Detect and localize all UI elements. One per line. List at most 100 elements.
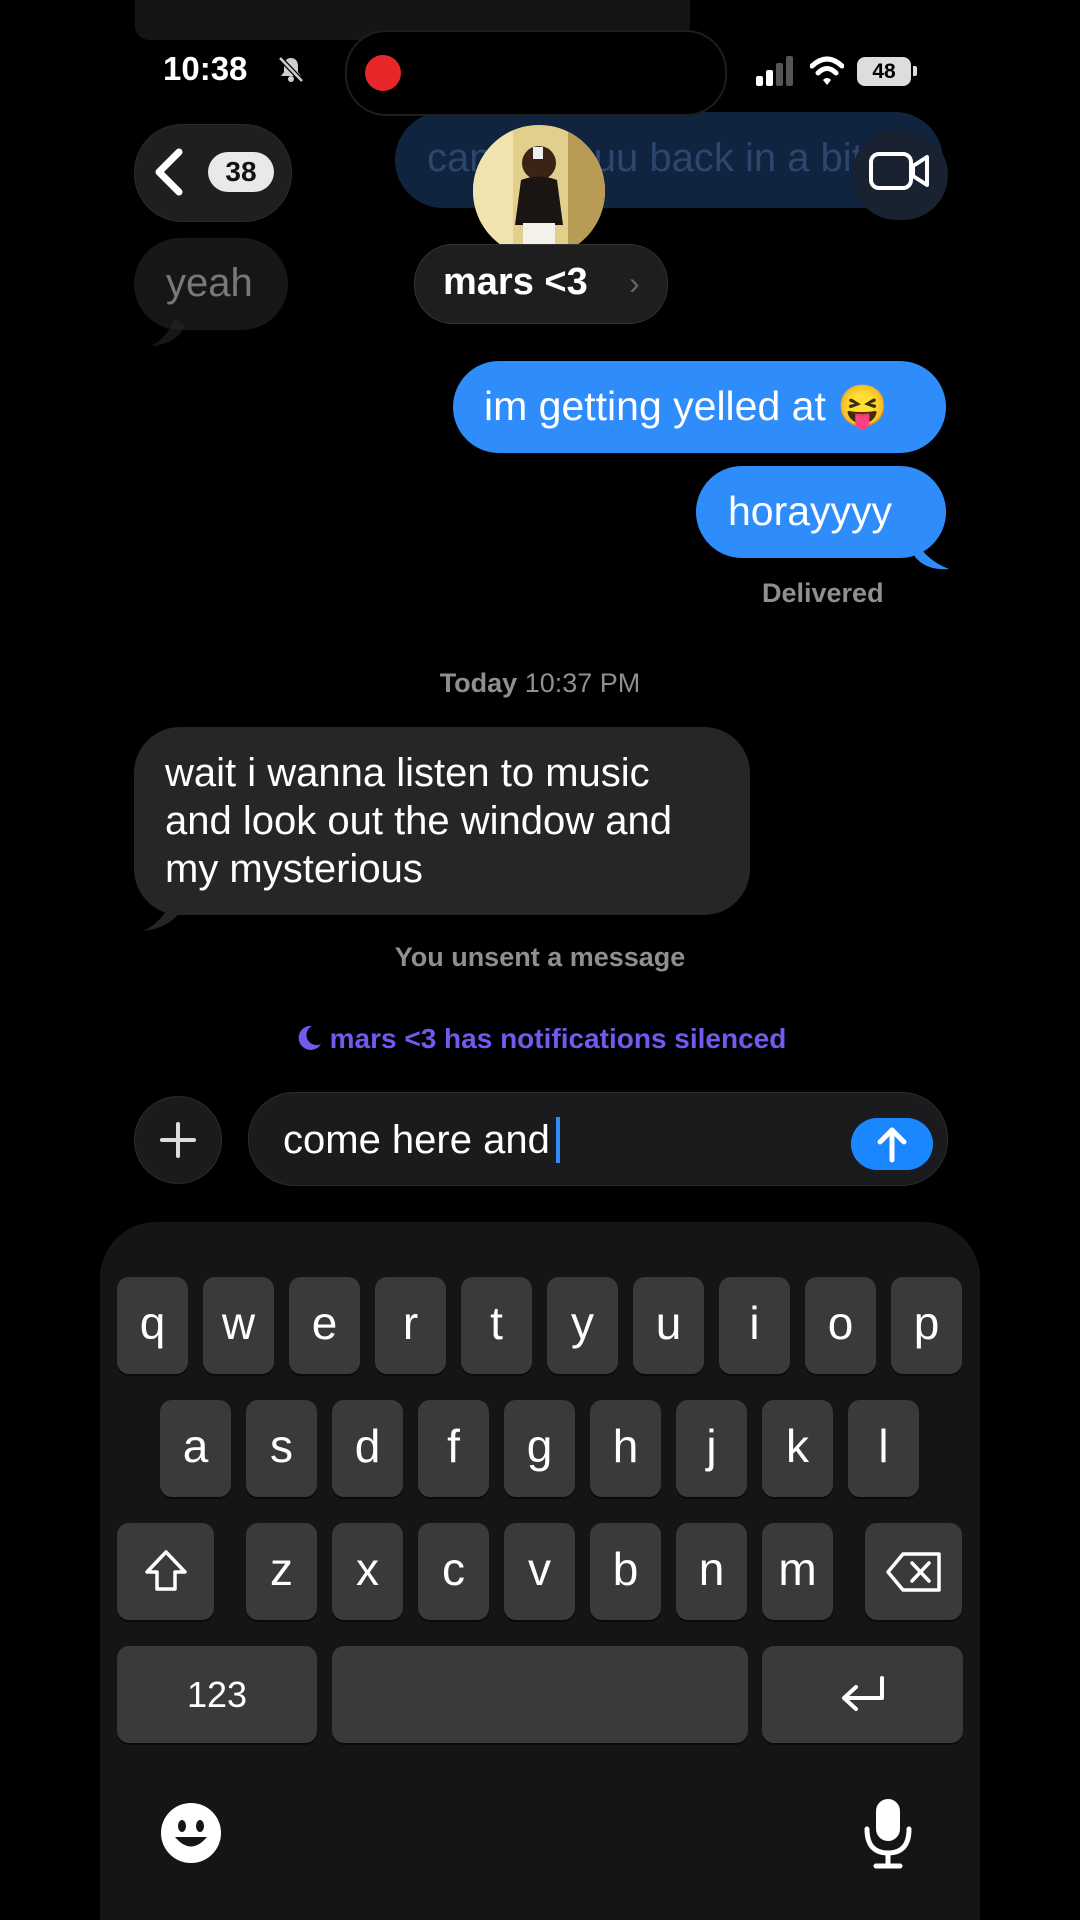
space-key[interactable] bbox=[332, 1646, 748, 1743]
contact-name-button[interactable]: mars <3 › bbox=[414, 244, 668, 324]
key-l[interactable]: l bbox=[848, 1400, 919, 1497]
key-u[interactable]: u bbox=[633, 1277, 704, 1374]
key-label: h bbox=[612, 1420, 639, 1472]
key-label: z bbox=[270, 1543, 293, 1595]
timestamp-day: Today bbox=[439, 668, 518, 698]
key-e[interactable]: e bbox=[289, 1277, 360, 1374]
key-v[interactable]: v bbox=[504, 1523, 575, 1620]
key-label: v bbox=[528, 1543, 551, 1595]
microphone-icon[interactable] bbox=[862, 1797, 914, 1869]
send-button[interactable] bbox=[851, 1118, 933, 1170]
key-label: w bbox=[221, 1297, 256, 1349]
key-label: i bbox=[749, 1297, 760, 1349]
key-label: x bbox=[356, 1543, 379, 1595]
key-label: k bbox=[786, 1420, 809, 1472]
emoji-icon[interactable] bbox=[160, 1802, 222, 1864]
key-b[interactable]: b bbox=[590, 1523, 661, 1620]
key-label: u bbox=[655, 1297, 682, 1349]
key-label: n bbox=[698, 1543, 725, 1595]
return-key[interactable] bbox=[762, 1646, 963, 1743]
key-x[interactable]: x bbox=[332, 1523, 403, 1620]
key-s[interactable]: s bbox=[246, 1400, 317, 1497]
bell-slash-icon bbox=[278, 56, 304, 83]
key-label: f bbox=[447, 1420, 460, 1472]
key-i[interactable]: i bbox=[719, 1277, 790, 1374]
key-label: g bbox=[526, 1420, 553, 1472]
key-label: c bbox=[442, 1543, 465, 1595]
moon-icon bbox=[298, 1025, 321, 1050]
chevron-right-icon: › bbox=[629, 265, 640, 301]
video-camera-icon bbox=[869, 152, 929, 190]
notifications-silenced-notice: mars <3 has notifications silenced bbox=[0, 1023, 1080, 1055]
apps-plus-button[interactable] bbox=[134, 1096, 222, 1184]
numbers-key[interactable]: 123 bbox=[117, 1646, 317, 1743]
key-r[interactable]: r bbox=[375, 1277, 446, 1374]
battery-level: 48 bbox=[857, 57, 911, 86]
bubble-tail bbox=[913, 535, 949, 570]
avatar-photo bbox=[473, 125, 605, 257]
message-text: yeah bbox=[166, 261, 253, 305]
message-line: wait i wanna listen to music bbox=[165, 751, 650, 795]
message-input[interactable]: come here and bbox=[248, 1092, 948, 1186]
bubble-tail bbox=[151, 318, 185, 346]
chevron-left-icon bbox=[155, 148, 183, 196]
key-j[interactable]: j bbox=[676, 1400, 747, 1497]
key-a[interactable]: a bbox=[160, 1400, 231, 1497]
key-n[interactable]: n bbox=[676, 1523, 747, 1620]
key-t[interactable]: t bbox=[461, 1277, 532, 1374]
message-bubble-received[interactable]: yeah bbox=[134, 238, 288, 330]
key-o[interactable]: o bbox=[805, 1277, 876, 1374]
key-label: a bbox=[182, 1420, 209, 1472]
key-g[interactable]: g bbox=[504, 1400, 575, 1497]
battery-tip bbox=[913, 66, 917, 76]
contact-avatar[interactable] bbox=[473, 125, 605, 257]
shift-key[interactable] bbox=[117, 1523, 214, 1620]
shift-icon bbox=[145, 1550, 187, 1591]
record-dot-icon bbox=[365, 55, 401, 91]
key-k[interactable]: k bbox=[762, 1400, 833, 1497]
key-label: o bbox=[827, 1297, 854, 1349]
key-label: r bbox=[402, 1297, 419, 1349]
text-caret bbox=[555, 1117, 560, 1163]
delete-key[interactable] bbox=[865, 1523, 962, 1620]
signal-icon bbox=[756, 56, 793, 86]
key-c[interactable]: c bbox=[418, 1523, 489, 1620]
key-d[interactable]: d bbox=[332, 1400, 403, 1497]
message-bubble-sent[interactable]: im getting yelled at 😝 bbox=[453, 361, 946, 453]
conversation-timestamp: Today 10:37 PM bbox=[0, 668, 1080, 699]
key-f[interactable]: f bbox=[418, 1400, 489, 1497]
key-label: t bbox=[490, 1297, 503, 1349]
key-label: e bbox=[311, 1297, 338, 1349]
message-text: im getting yelled at 😝 bbox=[484, 383, 889, 429]
message-bubble-received[interactable]: wait i wanna listen to music and look ou… bbox=[134, 727, 750, 915]
message-line: my mysterious bbox=[165, 847, 423, 891]
plus-icon bbox=[160, 1122, 196, 1158]
message-bubble-sent[interactable]: horayyyy bbox=[696, 466, 946, 558]
contact-name: mars <3 bbox=[443, 261, 588, 303]
wifi-icon bbox=[810, 56, 844, 85]
key-label: s bbox=[270, 1420, 293, 1472]
key-label: j bbox=[706, 1420, 717, 1472]
timestamp-time: 10:37 PM bbox=[524, 668, 641, 698]
key-z[interactable]: z bbox=[246, 1523, 317, 1620]
key-label: b bbox=[612, 1543, 639, 1595]
key-w[interactable]: w bbox=[203, 1277, 274, 1374]
key-label: 123 bbox=[186, 1674, 248, 1715]
keyboard: q w e r t y u i o p a s d f g h j k l z … bbox=[100, 1222, 980, 1920]
key-label: l bbox=[878, 1420, 889, 1472]
message-input-text: come here and bbox=[283, 1118, 550, 1162]
arrow-up-icon bbox=[877, 1127, 907, 1163]
key-label: m bbox=[778, 1543, 817, 1595]
bubble-tail bbox=[144, 895, 184, 931]
key-label: q bbox=[139, 1297, 166, 1349]
dynamic-island[interactable] bbox=[345, 30, 727, 116]
unsent-notice: You unsent a message bbox=[394, 942, 686, 972]
status-time: 10:38 bbox=[163, 50, 248, 87]
delete-icon bbox=[886, 1552, 941, 1592]
key-m[interactable]: m bbox=[762, 1523, 833, 1620]
key-y[interactable]: y bbox=[547, 1277, 618, 1374]
key-h[interactable]: h bbox=[590, 1400, 661, 1497]
key-label: y bbox=[571, 1297, 594, 1349]
key-p[interactable]: p bbox=[891, 1277, 962, 1374]
key-q[interactable]: q bbox=[117, 1277, 188, 1374]
